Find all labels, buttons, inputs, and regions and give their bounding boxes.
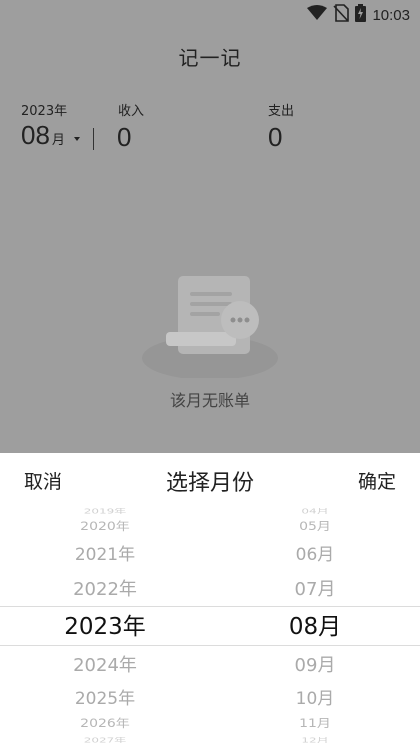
battery-charging-icon [355, 4, 367, 26]
month-option[interactable]: 07月 [210, 579, 420, 601]
caret-down-icon [74, 137, 80, 141]
income-value: 0 [117, 122, 132, 152]
divider [93, 128, 94, 150]
year-option[interactable]: 2025年 [0, 689, 210, 709]
month-option[interactable]: 09月 [210, 655, 420, 677]
month-option[interactable]: 11月 [210, 718, 420, 731]
wifi-icon [307, 5, 328, 25]
month-option[interactable]: 06月 [210, 545, 420, 565]
receipt-chat-icon [140, 268, 280, 380]
year-option[interactable]: 2027年 [0, 737, 210, 743]
status-icons: 10:03 [307, 4, 410, 26]
year-wheel[interactable]: 2019年 2020年 2021年 2022年 2023年 2024年 2025… [0, 505, 210, 748]
month-option[interactable]: 04月 [210, 508, 420, 514]
month-picker-sheet: 取消 选择月份 确定 2019年 2020年 2021年 2022年 2023年… [0, 453, 420, 748]
status-time: 10:03 [372, 6, 410, 24]
income-label: 收入 [118, 104, 145, 119]
year-option[interactable]: 2022年 [0, 579, 210, 601]
confirm-button[interactable]: 确定 [358, 467, 396, 494]
no-sim-icon [333, 4, 350, 26]
month-option[interactable]: 10月 [210, 689, 420, 709]
cancel-button[interactable]: 取消 [24, 467, 62, 494]
expense-label: 支出 [268, 104, 295, 119]
month-wheel-picker: 2019年 2020年 2021年 2022年 2023年 2024年 2025… [0, 505, 420, 748]
expense-value: 0 [268, 122, 283, 152]
month-option[interactable]: 12月 [210, 737, 420, 743]
year-option[interactable]: 2021年 [0, 545, 210, 565]
month-number: 08 [21, 120, 50, 150]
year-option[interactable]: 2026年 [0, 718, 210, 731]
year-option[interactable]: 2020年 [0, 521, 210, 534]
year-label: 2023年 [21, 104, 68, 119]
month-option-selected[interactable]: 08月 [210, 613, 420, 641]
month-unit: 月 [51, 133, 65, 148]
month-option[interactable]: 05月 [210, 521, 420, 534]
month-wheel[interactable]: 04月 05月 06月 07月 08月 09月 10月 11月 12月 [210, 505, 420, 748]
month-summary: 2023年 08 月 收入 0 支出 0 [0, 100, 420, 160]
year-option[interactable]: 2024年 [0, 655, 210, 677]
picker-header: 取消 选择月份 确定 [0, 453, 420, 507]
month-selector[interactable]: 08 月 [21, 120, 80, 156]
status-bar: 10:03 [0, 0, 420, 30]
year-option[interactable]: 2019年 [0, 508, 210, 514]
app-title: 记一记 [178, 46, 242, 70]
year-option-selected[interactable]: 2023年 [0, 613, 210, 641]
empty-state-text: 该月无账单 [169, 391, 250, 410]
